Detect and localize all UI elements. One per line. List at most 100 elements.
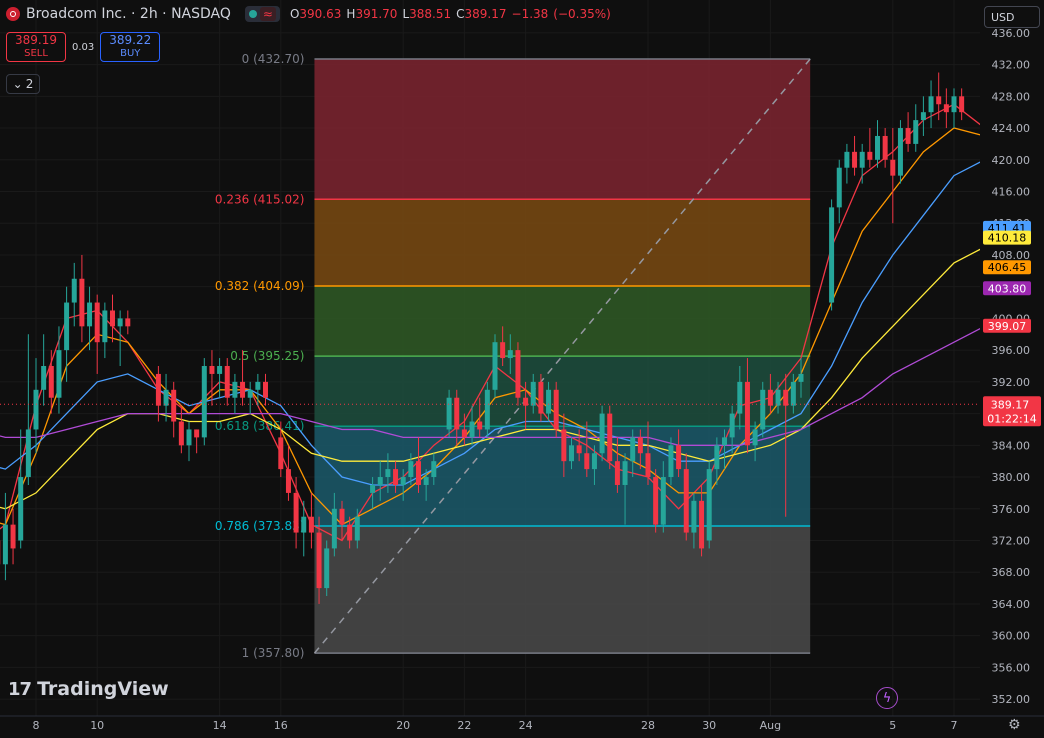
candle-body <box>293 492 299 533</box>
candle-body <box>423 477 429 485</box>
price-axis[interactable]: 436.00432.00428.00424.00420.00416.00412.… <box>980 0 1044 716</box>
candle-body <box>209 366 215 374</box>
gear-icon[interactable]: ⚙ <box>1008 717 1021 733</box>
candle-body <box>240 381 246 398</box>
candle-body <box>400 477 406 485</box>
candle-body <box>744 381 750 446</box>
candle-body <box>316 532 322 589</box>
candle-body <box>10 524 16 549</box>
candle-body <box>393 469 399 485</box>
time-tick-label: 30 <box>702 719 716 732</box>
time-tick-label: 14 <box>213 719 227 732</box>
ohlc-value: 391.70 <box>355 7 398 21</box>
candle-body <box>553 389 559 430</box>
price-tick-label: 396.00 <box>992 344 1031 357</box>
currency-label: USD <box>991 10 1015 24</box>
time-axis[interactable]: 81014162022242830Aug5711131719 <box>0 715 1044 732</box>
price-tick-label: 364.00 <box>992 598 1031 611</box>
candle-body <box>607 413 613 462</box>
price-label-value: 403.80 <box>988 282 1027 295</box>
candle-body <box>875 135 880 160</box>
candle-body <box>913 120 919 144</box>
candle-body <box>232 381 238 398</box>
price-tick-label: 392.00 <box>992 376 1031 389</box>
fib-zone <box>314 525 811 654</box>
candle-body <box>798 373 804 382</box>
candle-body <box>584 453 590 470</box>
price-chart[interactable]: 0 (432.70) 0.236 (415.02) 0.382 (404.09) 0.… <box>0 0 1044 738</box>
candle-body <box>163 389 169 406</box>
candle-body <box>844 151 850 168</box>
candle-body <box>370 484 376 493</box>
candle-body <box>94 302 100 343</box>
candle-body <box>882 135 888 160</box>
ohlc-key: O <box>289 7 300 21</box>
time-tick-label: 24 <box>519 719 533 732</box>
candle-body <box>660 477 666 525</box>
candle-body <box>530 381 536 406</box>
symbol-title[interactable]: Broadcom Inc. · 2h · NASDAQ <box>26 6 231 22</box>
market-status-pill[interactable]: ≈ <box>244 6 280 22</box>
ohlc-value: 389.17 <box>464 7 507 21</box>
sell-price: 389.19 <box>15 33 57 47</box>
price-tick-label: 368.00 <box>992 566 1031 579</box>
candle-body <box>852 151 858 168</box>
candle-body <box>155 373 161 406</box>
trade-panel: 389.19 SELL 0.03 389.22 BUY <box>6 32 161 62</box>
time-tick-label: 22 <box>457 719 471 732</box>
candle-body <box>125 318 131 327</box>
candle-body <box>515 350 521 398</box>
candle-body <box>278 437 284 470</box>
candle-body <box>676 445 682 470</box>
lightning-icon[interactable]: ϟ <box>876 687 898 709</box>
ohlc-value: 390.63 <box>299 7 342 21</box>
candle-body <box>217 366 223 374</box>
candle-body <box>33 389 39 430</box>
candle-body <box>71 278 77 303</box>
ohlc-key: C <box>456 7 465 21</box>
candle-body <box>546 389 552 414</box>
candle-body <box>775 389 781 406</box>
chart-header: Broadcom Inc. · 2h · NASDAQ ≈ O390.63 H39… <box>6 6 616 22</box>
candle-body <box>377 477 383 485</box>
price-label-value: 399.07 <box>988 320 1027 333</box>
price-tick-label: 416.00 <box>992 186 1031 199</box>
fib-zone <box>314 285 811 357</box>
candle-body <box>25 429 31 478</box>
candle-body <box>706 469 712 541</box>
sell-button[interactable]: 389.19 SELL <box>6 32 66 62</box>
candle-body <box>951 96 957 113</box>
watermark-text: TradingView <box>37 678 169 700</box>
candle-body <box>454 397 460 430</box>
fib-level-label: 0.5 (395.25) <box>230 349 304 363</box>
candle-body <box>897 128 903 176</box>
candle-body <box>561 429 567 462</box>
chevron-down-icon: ⌄ <box>12 77 23 91</box>
candle-body <box>691 500 697 533</box>
candle-body <box>446 397 452 430</box>
tradingview-logo-icon: 17 <box>8 678 32 700</box>
buy-button[interactable]: 389.22 BUY <box>100 32 161 62</box>
candle-body <box>171 389 177 422</box>
fib-level-label: 1 (357.80) <box>242 646 305 660</box>
buy-label: BUY <box>120 48 141 59</box>
candle-body <box>538 381 544 414</box>
price-tick-label: 432.00 <box>992 59 1031 72</box>
candle-body <box>301 516 307 533</box>
candle-body <box>477 421 483 430</box>
candle-body <box>859 151 865 168</box>
candle-body <box>653 477 659 525</box>
candle-body <box>683 469 689 533</box>
candle-body <box>630 437 636 462</box>
indicators-toggle-button[interactable]: ⌄ 2 <box>6 74 40 94</box>
candle-body <box>347 524 353 541</box>
sell-label: SELL <box>24 48 48 59</box>
fib-level-label: 0.382 (404.09) <box>215 279 305 293</box>
currency-selector[interactable]: USD <box>984 6 1040 28</box>
ohlc-value: (−0.35%) <box>553 7 611 21</box>
indicator-count: 2 <box>25 77 34 91</box>
buy-price: 389.22 <box>109 33 152 47</box>
price-tick-label: 360.00 <box>992 630 1031 643</box>
candle-body <box>194 429 200 438</box>
price-tick-label: 376.00 <box>992 503 1031 516</box>
